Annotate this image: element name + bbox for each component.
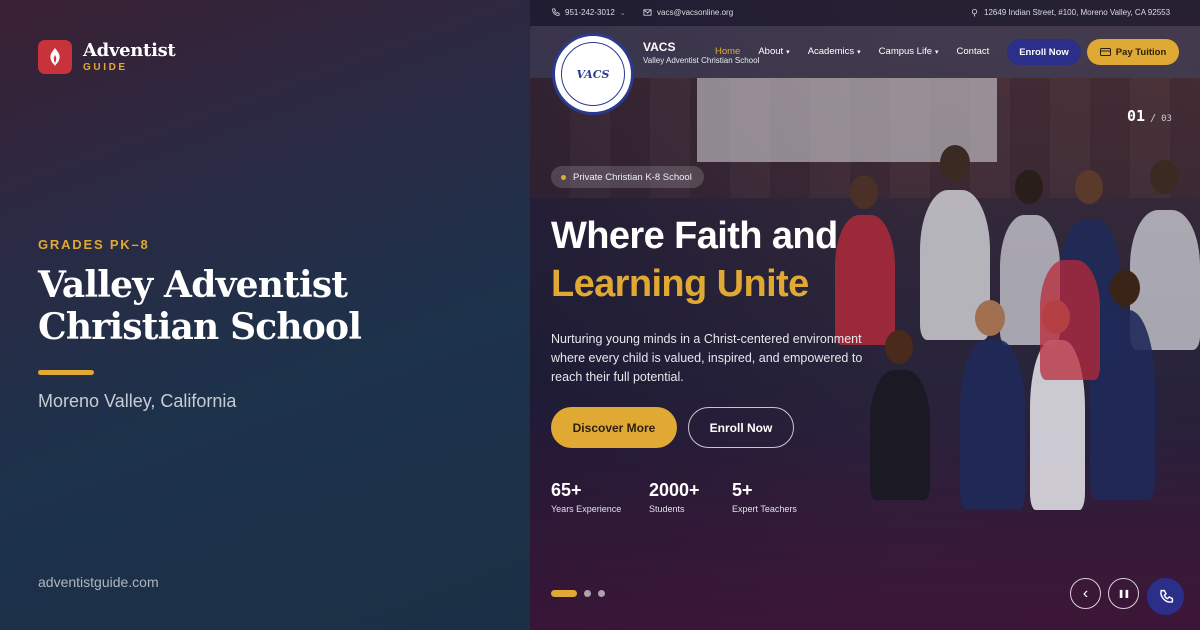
school-seal-logo[interactable]: VACS	[552, 33, 634, 115]
enroll-now-button[interactable]: Enroll Now	[688, 407, 794, 448]
slide-dot-1[interactable]	[551, 590, 577, 597]
mail-icon	[643, 9, 652, 16]
badge-label: Private Christian K-8 School	[573, 171, 692, 183]
topbar-email[interactable]: vacs@vacsonline.org	[643, 8, 733, 17]
divider	[38, 370, 94, 375]
info-panel: Adventist GUIDE GRADES PK–8 Valley Adven…	[0, 0, 530, 630]
pause-slider-button[interactable]: ❚❚	[1108, 578, 1139, 609]
topbar-address: 12649 Indian Street, #100, Moreno Valley…	[970, 8, 1170, 17]
top-bar: 951-242-3012 ⌄ vacs@vacsonline.org 12649…	[530, 0, 1200, 26]
discover-more-button[interactable]: Discover More	[551, 407, 677, 448]
stat-students: 2000+ Students	[649, 480, 700, 514]
address: 12649 Indian Street, #100, Moreno Valley…	[984, 8, 1171, 17]
school-full-name: Valley Adventist Christian School	[643, 56, 760, 65]
website-preview: 951-242-3012 ⌄ vacs@vacsonline.org 12649…	[530, 0, 1200, 630]
slide-dot-2[interactable]	[584, 590, 591, 597]
school-short-name[interactable]: VACS	[643, 40, 675, 54]
stat-value: 2000+	[649, 480, 700, 500]
nav-academics[interactable]: Academics ▾	[808, 46, 861, 57]
stat-value: 65+	[551, 480, 582, 500]
stat-value: 5+	[732, 480, 753, 500]
slide-counter: 01 / 03	[1127, 106, 1172, 125]
phone-icon	[552, 8, 560, 16]
nav-home[interactable]: Home	[715, 46, 740, 57]
prev-slide-button[interactable]: ‹	[1070, 578, 1101, 609]
hero-headline-line1: Where Faith and	[551, 215, 838, 257]
school-type-badge: Private Christian K-8 School	[551, 166, 704, 188]
brand[interactable]: Adventist GUIDE	[38, 40, 176, 74]
enroll-now-nav-button[interactable]: Enroll Now	[1007, 39, 1081, 65]
chevron-down-icon: ▾	[786, 48, 790, 56]
location-pin-icon	[971, 8, 978, 17]
chevron-down-icon: ⌄	[619, 9, 626, 17]
stat-label: Expert Teachers	[732, 504, 797, 514]
slide-dot-3[interactable]	[598, 590, 605, 597]
nav-campus-life[interactable]: Campus Life ▾	[879, 46, 939, 57]
hero-paragraph: Nurturing young minds in a Christ-center…	[551, 332, 863, 384]
location: Moreno Valley, California	[38, 391, 237, 411]
stat-label: Students	[649, 504, 685, 514]
chevron-left-icon: ‹	[1082, 584, 1089, 602]
stat-teachers: 5+ Expert Teachers	[732, 480, 797, 514]
pause-icon: ❚❚	[1117, 589, 1130, 598]
slide-current: 01	[1127, 107, 1146, 125]
slide-separator: /	[1150, 113, 1157, 124]
pay-tuition-label: Pay Tuition	[1115, 46, 1167, 58]
chevron-down-icon: ▾	[857, 48, 861, 56]
email-address: vacs@vacsonline.org	[657, 8, 734, 17]
slide-total: 03	[1161, 114, 1172, 124]
call-button[interactable]	[1147, 578, 1184, 615]
school-title-line2: Christian School	[38, 306, 362, 348]
slide-dots	[551, 590, 605, 597]
brand-subtitle: GUIDE	[83, 62, 128, 73]
chevron-down-icon: ▾	[935, 48, 939, 56]
phone-icon	[1159, 589, 1173, 603]
stat-years: 65+ Years Experience	[551, 480, 621, 514]
card-icon	[1099, 48, 1111, 56]
phone-number: 951-242-3012	[565, 8, 615, 17]
brand-name: Adventist	[83, 40, 176, 61]
grades-label: GRADES PK–8	[38, 237, 150, 252]
nav-contact[interactable]: Contact	[957, 46, 990, 57]
topbar-phone[interactable]: 951-242-3012 ⌄	[551, 8, 626, 17]
school-title-line1: Valley Adventist	[38, 264, 348, 306]
pay-tuition-button[interactable]: Pay Tuition	[1087, 39, 1179, 65]
site-url[interactable]: adventistguide.com	[38, 574, 159, 590]
bullet-dot	[561, 174, 566, 180]
nav-about[interactable]: About ▾	[758, 46, 789, 57]
stat-label: Years Experience	[551, 504, 622, 514]
hero-headline-line2: Learning Unite	[551, 263, 809, 305]
flame-icon	[38, 40, 72, 74]
nav-links: Home About ▾ Academics ▾ Campus Life ▾ Cont…	[715, 46, 1007, 57]
school-title: Valley Adventist Christian School	[38, 264, 508, 348]
seal-text: VACS	[576, 67, 610, 81]
